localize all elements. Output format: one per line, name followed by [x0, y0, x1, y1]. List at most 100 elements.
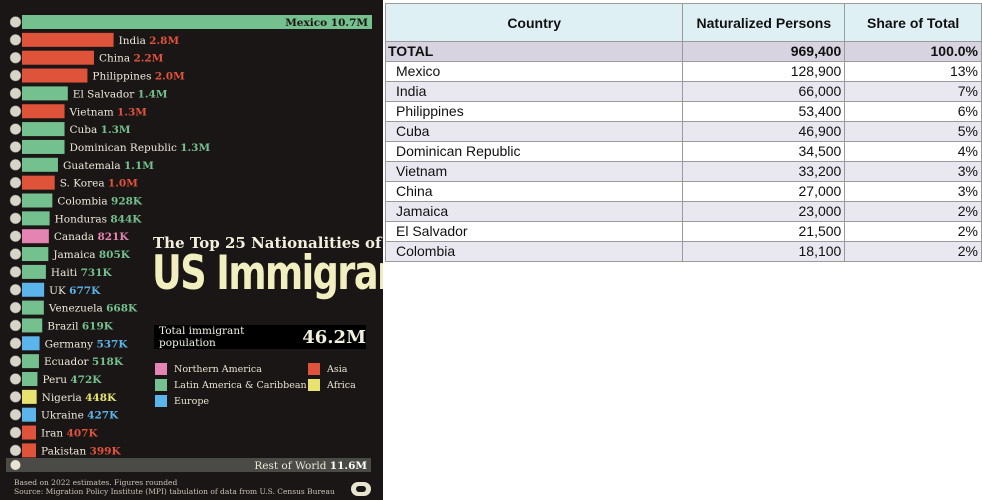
publisher-logo-icon	[351, 482, 371, 496]
cell-persons: 34,500	[682, 141, 846, 162]
bar	[22, 104, 65, 119]
cell-country: India	[384, 81, 684, 102]
cell-share: 2%	[844, 241, 982, 262]
cell-share: 4%	[844, 141, 982, 162]
flag-icon	[9, 248, 22, 260]
cell-persons: 53,400	[682, 101, 846, 122]
cell-country: Philippines	[384, 101, 684, 122]
bar-label: Brazil 619K	[47, 320, 114, 332]
flag-icon	[9, 408, 22, 421]
bar	[22, 68, 88, 83]
bar-label: El Salvador 1.4M	[73, 88, 168, 100]
cell-share: 3%	[844, 161, 982, 182]
cell-country: Colombia	[384, 241, 684, 262]
flag-icon	[9, 176, 22, 189]
flag-icon	[9, 319, 22, 332]
naturalization-table: Country Naturalized Persons Share of Tot…	[384, 3, 982, 262]
total-label: TOTAL	[384, 41, 684, 62]
total-persons: 969,400	[682, 41, 846, 62]
bar	[22, 300, 44, 315]
bar	[22, 211, 50, 226]
bar	[22, 122, 65, 137]
cell-persons: 27,000	[682, 181, 846, 202]
bar	[22, 336, 40, 351]
legend-label: Africa	[327, 380, 356, 391]
cell-country: Vietnam	[384, 161, 684, 182]
flag-icon	[9, 301, 22, 314]
bar-label: Philippines 2.0M	[92, 71, 185, 83]
bar-label: Colombia 928K	[57, 196, 143, 208]
chart-title-main: US Immigrants	[152, 246, 383, 301]
bar	[22, 50, 94, 65]
table-row: India 66,000 7%	[384, 81, 982, 102]
legend-label: Northern America	[174, 364, 262, 375]
legend-swatch	[155, 395, 167, 407]
table-header-row: Country Naturalized Persons Share of Tot…	[384, 3, 982, 42]
bar-label: Canada 821K	[54, 231, 130, 243]
bar	[22, 157, 58, 172]
bar	[22, 264, 46, 279]
legend-label: Latin America & Caribbean	[174, 380, 307, 391]
cell-persons: 33,200	[682, 161, 846, 182]
flag-icon	[9, 159, 22, 171]
bar-label: Cuba 1.3M	[70, 124, 131, 136]
bar-label: Ukraine 427K	[41, 410, 119, 422]
cell-persons: 18,100	[682, 241, 846, 262]
cell-persons: 23,000	[682, 201, 846, 222]
flag-icon	[9, 355, 22, 367]
table-row: Mexico 128,900 13%	[384, 61, 982, 82]
bar	[22, 229, 49, 244]
bar-label: Nigeria 448K	[42, 392, 117, 404]
table-total-row: TOTAL 969,400 100.0%	[384, 41, 982, 62]
bar-label: China 2.2M	[99, 53, 164, 65]
flag-icon	[9, 69, 22, 82]
bar-label: Iran 407K	[41, 428, 98, 440]
bar-label: Germany 537K	[45, 338, 129, 350]
cell-country: Dominican Republic	[384, 141, 684, 162]
flag-icon	[9, 284, 22, 296]
flag-icon	[9, 373, 22, 385]
flag-icon	[9, 123, 22, 135]
cell-country: China	[384, 181, 684, 202]
legend-swatch	[155, 379, 167, 391]
naturalization-table-panel: Country Naturalized Persons Share of Tot…	[384, 3, 982, 262]
bar-label: Haiti 731K	[51, 267, 113, 279]
bar-label: Pakistan 399K	[41, 445, 121, 457]
cell-country: El Salvador	[384, 221, 684, 242]
table-row: China 27,000 3%	[384, 181, 982, 202]
total-population-label: Total immigrant population	[159, 325, 245, 349]
legend-label: Europe	[174, 396, 210, 407]
footnote-line: Based on 2022 estimates. Figures rounded	[14, 478, 178, 487]
column-header-share: Share of Total	[844, 3, 982, 42]
bar	[22, 354, 39, 369]
immigrants-infographic: Mexico 10.7M India 2.8M China 2.2M Philippi…	[0, 0, 383, 500]
cell-share: 5%	[844, 121, 982, 142]
flag-icon	[9, 337, 22, 350]
flag-icon	[9, 141, 22, 153]
bar-label: Dominican Republic 1.3M	[70, 142, 211, 154]
total-share: 100.0%	[844, 41, 982, 62]
flag-icon	[9, 391, 22, 403]
bar-label: Ecuador 518K	[44, 356, 124, 368]
table-row: El Salvador 21,500 2%	[384, 221, 982, 242]
cell-persons: 46,900	[682, 121, 846, 142]
cell-persons: 21,500	[682, 221, 846, 242]
bar	[22, 372, 38, 386]
cell-share: 2%	[844, 221, 982, 242]
cell-share: 6%	[844, 101, 982, 122]
flag-icon	[9, 230, 22, 242]
flag-icon	[9, 16, 22, 28]
bar	[22, 139, 65, 154]
table-row: Cuba 46,900 5%	[384, 121, 982, 142]
cell-country: Jamaica	[384, 201, 684, 222]
flag-icon	[9, 34, 22, 46]
footnote: Based on 2022 estimates. Figures rounded…	[14, 478, 335, 496]
table-row: Jamaica 23,000 2%	[384, 201, 982, 222]
bar-label: Venezuela 668K	[48, 303, 138, 315]
bar-label: Guatemala 1.1M	[63, 160, 154, 172]
flag-icon	[9, 105, 22, 117]
legend-label: Asia	[327, 364, 348, 375]
bar	[22, 443, 36, 458]
bar	[22, 193, 53, 208]
globe-icon	[10, 460, 21, 470]
